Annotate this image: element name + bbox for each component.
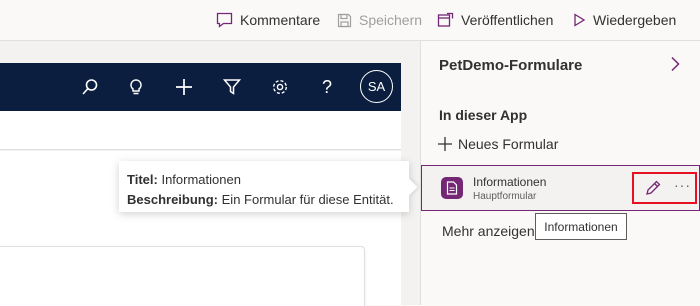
section-heading: In dieser App <box>439 107 528 123</box>
command-bar: Kommentare Speichern Veröffentlichen Wie… <box>0 0 700 41</box>
edit-pencil-icon[interactable] <box>644 179 662 197</box>
publish-button[interactable]: Veröffentlichen <box>437 11 553 29</box>
forms-panel: PetDemo-Formulare In dieser App Neues Fo… <box>420 41 700 305</box>
form-header-band <box>0 111 401 150</box>
play-label: Wiedergeben <box>593 12 677 28</box>
more-options-button[interactable]: ··· <box>674 177 691 193</box>
chevron-right-icon[interactable] <box>669 56 681 77</box>
filter-icon[interactable] <box>220 75 244 99</box>
panel-title: PetDemo-Formulare <box>439 57 583 74</box>
publish-label: Veröffentlichen <box>461 12 554 28</box>
save-label: Speichern <box>359 12 423 28</box>
new-form-button[interactable]: Neues Formular <box>437 134 558 154</box>
play-button[interactable]: Wiedergeben <box>573 11 676 29</box>
form-item-type: Hauptformular <box>473 191 537 202</box>
save-icon <box>337 13 352 27</box>
publish-icon <box>437 12 454 27</box>
comments-label: Kommentare <box>240 12 321 28</box>
show-more-link[interactable]: Mehr anzeigen <box>442 223 535 239</box>
app-navbar: ? SA <box>0 63 401 111</box>
lightbulb-icon[interactable] <box>124 75 148 99</box>
tooltip-description-value: Ein Formular für diese Entität. <box>221 192 394 207</box>
form-document-icon <box>441 177 463 199</box>
help-icon[interactable]: ? <box>315 75 339 99</box>
form-section-card <box>0 246 365 306</box>
comment-icon <box>216 12 233 28</box>
plus-icon[interactable] <box>172 75 196 99</box>
comments-button[interactable]: Kommentare <box>216 11 320 29</box>
new-form-label: Neues Formular <box>458 136 559 152</box>
search-icon[interactable] <box>78 75 102 99</box>
tooltip-description-label: Beschreibung: <box>127 192 219 207</box>
settings-gear-icon[interactable] <box>268 75 292 99</box>
play-icon <box>574 13 586 27</box>
form-list-item[interactable]: Informationen Hauptformular ··· <box>421 165 700 211</box>
hover-tooltip: Informationen <box>535 213 627 240</box>
tooltip-title-value: Informationen <box>161 172 241 187</box>
save-button[interactable]: Speichern <box>337 11 422 29</box>
form-info-tooltip: Titel: Informationen Beschreibung: Ein F… <box>119 161 409 212</box>
highlight-box: ··· <box>632 172 697 204</box>
form-item-name: Informationen <box>473 175 547 189</box>
plus-icon <box>438 137 452 151</box>
tooltip-title-label: Titel: <box>127 172 158 187</box>
avatar[interactable]: SA <box>360 70 393 103</box>
